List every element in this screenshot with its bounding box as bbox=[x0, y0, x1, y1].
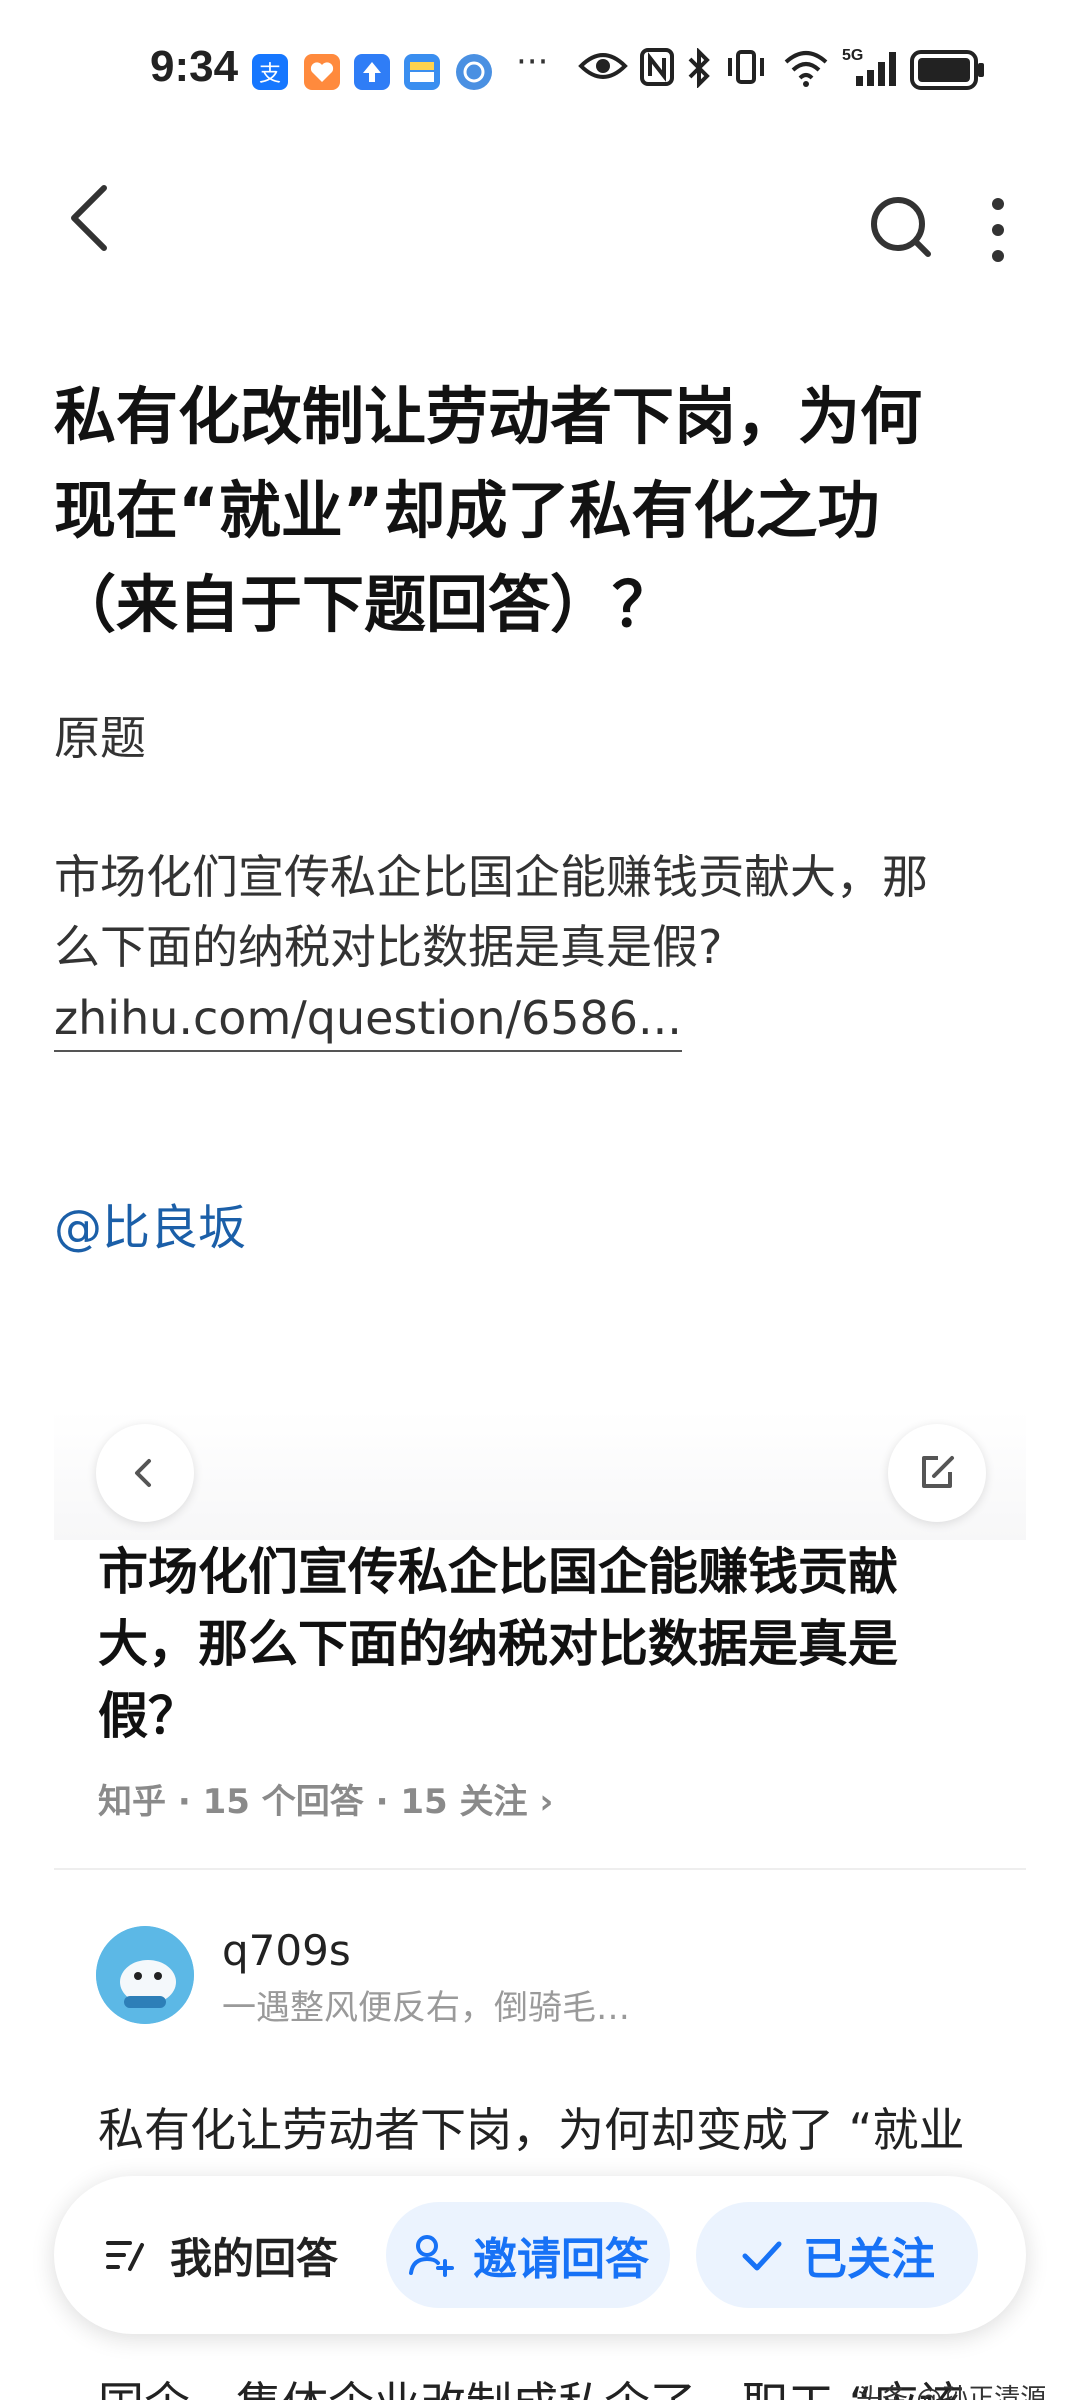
card-question-title[interactable]: 市场化们宣传私企比国企能赚钱贡献 大，那么下面的纳税对比数据是真是 假？ bbox=[98, 1536, 958, 1752]
card-edit-button[interactable] bbox=[888, 1424, 986, 1522]
status-bar: 9:34 支 ··· 5G bbox=[0, 0, 1080, 140]
card-back-button[interactable] bbox=[96, 1424, 194, 1522]
invite-answer-button[interactable]: 邀请回答 bbox=[386, 2202, 670, 2308]
article-title-line: （来自于下题回答）？ bbox=[54, 568, 675, 641]
search-button[interactable] bbox=[866, 192, 936, 262]
vibrate-icon bbox=[724, 48, 768, 90]
status-time: 9:34 bbox=[150, 42, 239, 91]
my-answer-label: 我的回答 bbox=[170, 2233, 339, 2283]
wallet-icon bbox=[404, 54, 440, 90]
following-label: 已关注 bbox=[803, 2234, 935, 2285]
status-overflow: ··· bbox=[516, 42, 549, 82]
avatar[interactable] bbox=[96, 1926, 194, 2024]
compose-list-icon bbox=[106, 2241, 144, 2271]
chevron-left-icon bbox=[135, 1459, 151, 1487]
edit-icon bbox=[922, 1456, 954, 1488]
svg-text:5G: 5G bbox=[842, 47, 863, 64]
author-bio: 一遇整风便反右，倒骑毛… bbox=[222, 1988, 630, 2028]
health-icon bbox=[304, 54, 340, 90]
signal-icon: 5G bbox=[842, 46, 900, 92]
invite-answer-label: 邀请回答 bbox=[473, 2234, 649, 2285]
my-answer-button[interactable]: 我的回答 bbox=[104, 2218, 338, 2292]
more-button[interactable] bbox=[978, 190, 1018, 270]
card-header bbox=[54, 1410, 1026, 1540]
original-question-label: 原题 bbox=[54, 711, 146, 765]
upload-icon bbox=[354, 54, 390, 90]
search-icon bbox=[871, 197, 931, 257]
chevron-left-icon bbox=[71, 185, 107, 251]
question-line: 市场化们宣传私企比国企能赚钱贡献大，那 bbox=[54, 850, 928, 904]
card-question-meta[interactable]: 知乎 · 15 个回答 · 15 关注 › bbox=[98, 1774, 553, 1823]
eye-icon bbox=[578, 48, 628, 88]
divider bbox=[54, 1868, 1026, 1870]
following-button[interactable]: 已关注 bbox=[696, 2202, 978, 2308]
article-title: 私有化改制让劳动者下岗，为何 现在“就业”却成了私有化之功 （来自于下题回答）？ bbox=[54, 370, 1034, 652]
article-title-line: 现在“就业”却成了私有化之功 bbox=[54, 474, 880, 547]
card-title-line: 假？ bbox=[98, 1687, 198, 1745]
author-name[interactable]: q709s bbox=[222, 1926, 351, 1975]
card-title-line: 市场化们宣传私企比国企能赚钱贡献 bbox=[98, 1543, 898, 1601]
question-line: 么下面的纳税对比数据是真是假? bbox=[54, 920, 723, 974]
card-title-line: 大，那么下面的纳税对比数据是真是 bbox=[98, 1615, 898, 1673]
wifi-icon bbox=[782, 48, 830, 92]
bluetooth-icon bbox=[686, 47, 712, 92]
user-mention-link[interactable]: @比良坂 bbox=[54, 1188, 246, 1258]
battery-icon bbox=[910, 50, 986, 94]
article-title-line: 私有化改制让劳动者下岗，为何 bbox=[54, 380, 923, 453]
original-question-text: 市场化们宣传私企比国企能赚钱贡献大，那 么下面的纳税对比数据是真是假? bbox=[54, 842, 1044, 982]
alipay-icon: 支 bbox=[252, 54, 288, 90]
add-user-icon bbox=[409, 2235, 454, 2277]
checkmark-icon bbox=[742, 2241, 782, 2271]
more-vertical-icon bbox=[992, 198, 1004, 262]
answer-preview-line[interactable]: 私有化让劳动者下岗，为何却变成了 “就业 bbox=[98, 2094, 998, 2160]
watermark: 头条 @孙正清源 bbox=[856, 2384, 1047, 2400]
browser-icon bbox=[456, 54, 492, 90]
question-link[interactable]: zhihu.com/question/6586... bbox=[54, 986, 682, 1052]
svg-text:支: 支 bbox=[259, 62, 281, 87]
nfc-icon bbox=[640, 48, 674, 90]
back-button[interactable] bbox=[60, 178, 120, 258]
